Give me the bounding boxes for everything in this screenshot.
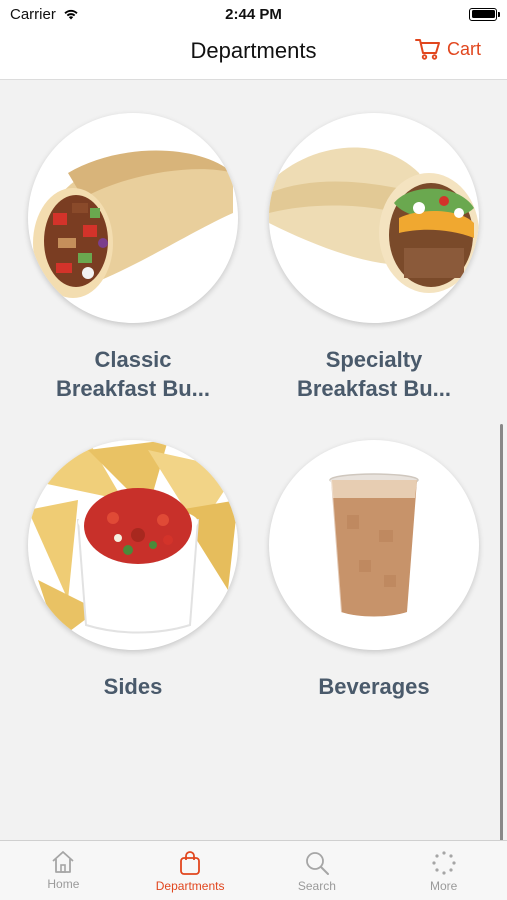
home-icon (52, 851, 74, 873)
bag-icon (180, 851, 201, 875)
tab-label: Home (47, 877, 80, 891)
cart-label: Cart (446, 38, 481, 59)
tab-search[interactable]: Search (254, 841, 381, 900)
status-bar: Carrier 2:44 PM (0, 0, 507, 28)
scroll-indicator[interactable] (500, 424, 503, 900)
tab-departments[interactable]: Departments (127, 841, 254, 900)
tab-bar: Home Departments Search More (0, 840, 507, 900)
iced-coffee-icon (329, 473, 419, 617)
tab-home[interactable]: Home (0, 841, 127, 900)
search-icon (305, 852, 329, 875)
tab-label: More (429, 879, 458, 893)
department-tile-specialty-breakfast-burritos[interactable]: Specialty Breakfast Bu... (253, 113, 495, 403)
cart-icon (414, 39, 440, 60)
department-label: Classic Breakfast Bu... (55, 347, 211, 401)
status-left: Carrier (10, 6, 80, 23)
burrito-icon (269, 147, 479, 293)
more-icon (432, 851, 456, 875)
tab-more[interactable]: More (380, 841, 507, 900)
cart-button[interactable]: Cart (414, 38, 481, 60)
navigation-bar: Departments Cart (0, 28, 507, 80)
wifi-icon (64, 9, 78, 20)
battery-icon (469, 7, 500, 21)
tab-label: Search (297, 879, 336, 893)
chips-salsa-icon (28, 440, 238, 640)
departments-grid: Classic Breakfast Bu... Specialty Breakf… (0, 81, 507, 900)
tab-label: Departments (155, 879, 225, 893)
department-label: Beverages (318, 674, 430, 699)
carrier-label: Carrier (10, 5, 56, 23)
burrito-icon (33, 150, 233, 298)
department-image (269, 113, 479, 323)
department-image (28, 440, 238, 650)
department-image (28, 113, 238, 323)
department-image (269, 440, 479, 650)
department-tile-classic-breakfast-burritos[interactable]: Classic Breakfast Bu... (12, 113, 254, 403)
department-tile-sides[interactable]: Sides (12, 440, 254, 701)
department-tile-beverages[interactable]: Beverages (253, 440, 495, 701)
department-label: Sides (103, 674, 163, 699)
department-label: Specialty Breakfast Bu... (296, 347, 452, 401)
